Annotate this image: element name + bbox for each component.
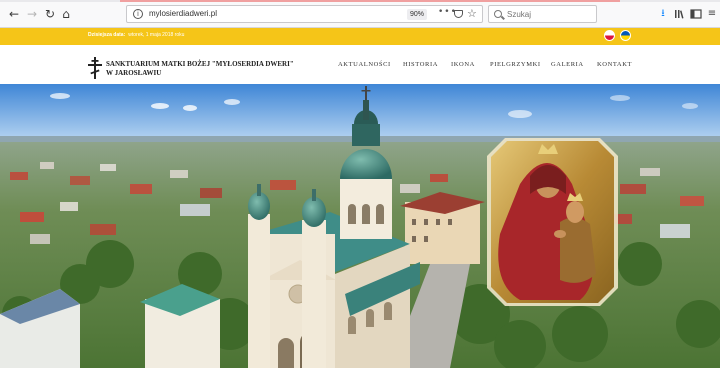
download-icon[interactable]: ⭳	[656, 6, 670, 22]
site-header: SANKTUARIUM MATKI BOŻEJ "MYŁOSERDIA DWER…	[0, 45, 720, 84]
date-value: wtorek, 1 maja 2018 roku	[128, 32, 185, 38]
date-label: Dzisiejsza data:	[88, 32, 126, 38]
hero-banner	[0, 84, 720, 368]
library-icon[interactable]	[673, 6, 687, 22]
polish-flag-icon[interactable]	[604, 30, 615, 41]
url-bar[interactable]: i mylosierdiadweri.pl 90% ••• ☆	[126, 5, 483, 23]
site-title-line1: SANKTUARIUM MATKI BOŻEJ "MYŁOSERDIA DWER…	[106, 60, 294, 68]
orthodox-cross-icon[interactable]	[88, 57, 102, 79]
sidebar-icon[interactable]	[689, 6, 703, 22]
nav-galeria[interactable]: GALERIA	[551, 61, 584, 68]
tab-strip	[0, 0, 720, 2]
nav-aktualnosci[interactable]: AKTUALNOŚCI	[338, 61, 391, 68]
search-box[interactable]	[488, 5, 597, 23]
sanctuary-aerial-photo	[0, 84, 720, 368]
star-icon[interactable]: ☆	[467, 7, 477, 20]
nav-historia[interactable]: HISTORIA	[403, 61, 438, 68]
active-tab-indicator	[120, 0, 620, 2]
zoom-level[interactable]: 90%	[407, 9, 427, 20]
nav-pielgrzymki[interactable]: PIELGRZYMKI	[490, 61, 541, 68]
mary-icon-painting	[487, 138, 618, 306]
menu-icon[interactable]: ≡	[705, 6, 719, 22]
pocket-icon[interactable]	[454, 10, 463, 18]
site-title-line2: W JAROSŁAWIU	[106, 69, 162, 77]
nav-ikona[interactable]: IKONA	[451, 61, 475, 68]
back-icon[interactable]: ←	[6, 6, 22, 22]
nav-kontakt[interactable]: KONTAKT	[597, 61, 632, 68]
search-icon	[494, 10, 502, 18]
url-text[interactable]: mylosierdiadweri.pl	[149, 9, 217, 18]
ukrainian-flag-icon[interactable]	[620, 30, 631, 41]
info-icon[interactable]: i	[133, 9, 143, 19]
browser-toolbar: ← → ↻ ⌂ i mylosierdiadweri.pl 90% ••• ☆ …	[0, 0, 720, 28]
top-info-bar: Dzisiejsza data: wtorek, 1 maja 2018 roku	[0, 28, 720, 45]
reload-icon[interactable]: ↻	[42, 6, 58, 22]
home-icon[interactable]: ⌂	[58, 6, 74, 22]
site-title[interactable]: SANKTUARIUM MATKI BOŻEJ "MYŁOSERDIA DWER…	[106, 60, 316, 78]
current-date: Dzisiejsza data: wtorek, 1 maja 2018 roku	[88, 32, 184, 38]
forward-icon[interactable]: →	[24, 6, 40, 22]
search-input[interactable]	[507, 8, 593, 20]
